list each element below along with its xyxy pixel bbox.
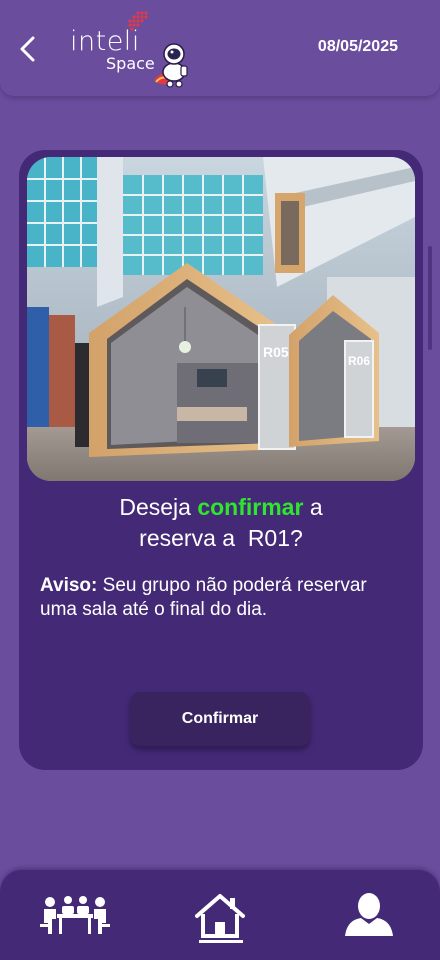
scrollbar[interactable]	[428, 246, 432, 350]
nav-profile[interactable]	[343, 892, 395, 938]
reservation-card: R05 R06 Deseja confirmar a reserva a R01…	[19, 150, 423, 770]
question-suffix: a	[303, 494, 323, 520]
question-line2: reserva a R01?	[139, 525, 303, 551]
back-button[interactable]	[14, 32, 42, 66]
inteli-space-logo: inteli Space	[70, 10, 200, 90]
notice-label: Aviso:	[40, 575, 98, 596]
svg-text:R06: R06	[348, 354, 370, 368]
warning-notice: Aviso: Seu grupo não poderá reservar uma…	[40, 574, 408, 622]
current-date: 08/05/2025	[317, 38, 398, 55]
logo-word: inteli	[70, 26, 140, 57]
bottom-navigation	[0, 870, 440, 960]
question-highlight: confirmar	[197, 494, 304, 520]
svg-text:R05: R05	[263, 344, 289, 360]
meeting-icon	[40, 896, 110, 934]
home-icon	[195, 894, 245, 943]
meeting-room-photo: R05 R06	[27, 157, 415, 481]
user-icon	[345, 893, 393, 936]
nav-meeting[interactable]	[40, 896, 110, 936]
chevron-left-icon	[20, 36, 35, 62]
app-header: inteli Space 08/05/2025	[0, 0, 440, 96]
astronaut-icon	[154, 43, 188, 88]
confirmation-question: Deseja confirmar a reserva a R01?	[19, 492, 423, 554]
nav-home[interactable]	[193, 892, 247, 944]
question-prefix: Deseja	[119, 494, 198, 520]
confirm-button[interactable]: Confirmar	[130, 692, 310, 746]
